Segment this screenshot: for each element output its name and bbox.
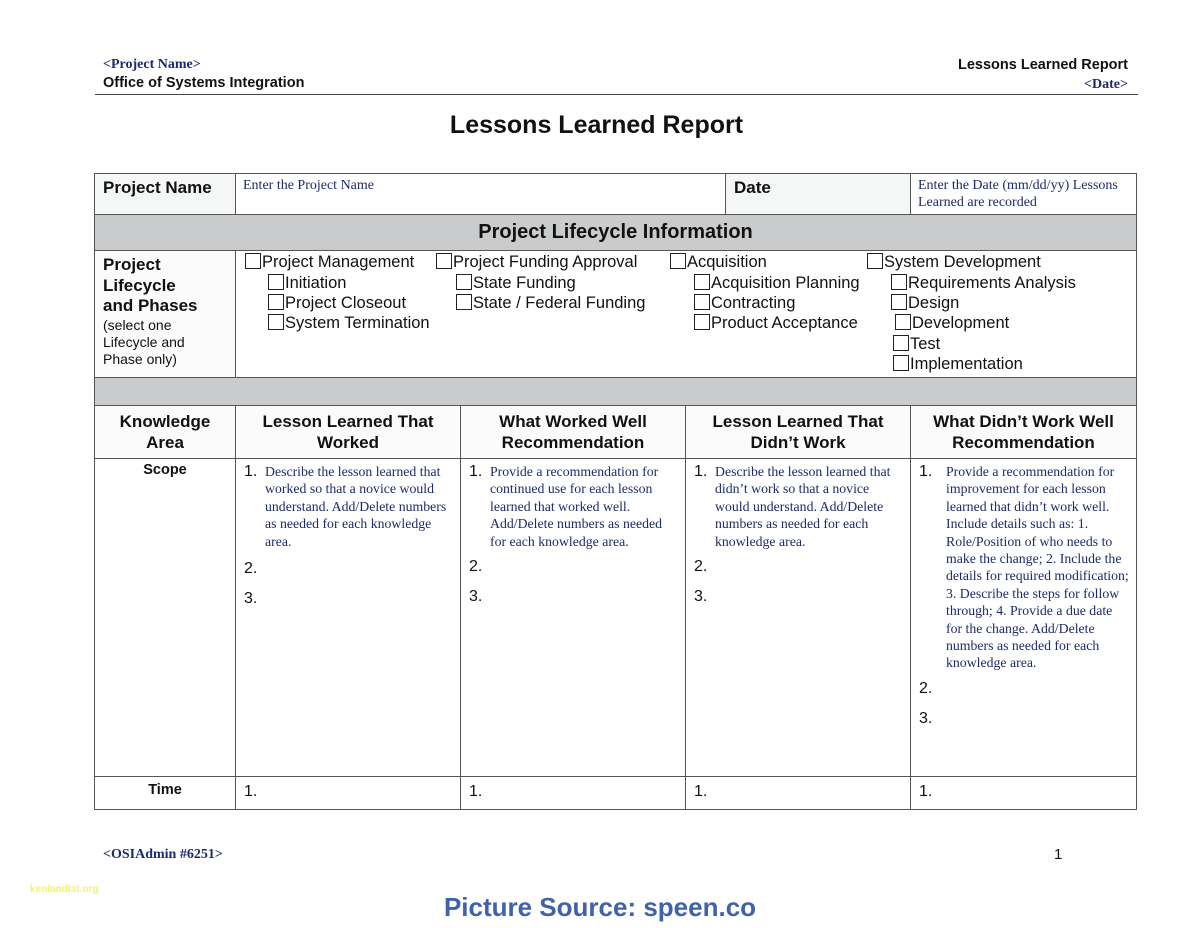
checkbox-design[interactable]: Design: [891, 293, 959, 313]
checkbox-icon[interactable]: [436, 253, 452, 269]
checkbox-acquisition-planning[interactable]: Acquisition Planning: [694, 273, 860, 293]
checkbox-system-termination[interactable]: System Termination: [268, 313, 430, 333]
checkbox-icon[interactable]: [893, 335, 909, 351]
header-date: <Date>: [1084, 77, 1128, 92]
picture-source-caption: Picture Source: speen.co: [443, 892, 757, 922]
checkbox-acquisition[interactable]: Acquisition: [670, 252, 767, 272]
lifecycle-note-line: Phase only): [103, 350, 177, 367]
checkbox-project-funding-approval[interactable]: Project Funding Approval: [436, 252, 637, 272]
item-number: 2.: [244, 560, 258, 578]
project-name-label: Project Name: [94, 173, 236, 215]
header-divider: [95, 94, 1138, 95]
item-number: 2.: [694, 558, 708, 576]
section-title: Project Lifecycle Information: [94, 214, 1137, 251]
instruction-text: Provide a recommendation for improvement…: [946, 464, 1129, 671]
checkbox-icon[interactable]: [867, 253, 883, 269]
checkbox-state-federal-funding[interactable]: State / Federal Funding: [456, 293, 645, 313]
checkbox-project-closeout[interactable]: Project Closeout: [268, 293, 406, 313]
lifecycle-label-line: Lifecycle: [103, 275, 176, 295]
lifecycle-label-line: Project: [103, 255, 161, 274]
checkbox-contracting[interactable]: Contracting: [694, 293, 795, 313]
date-field[interactable]: Enter the Date (mm/dd/yy) Lessons Learne…: [910, 173, 1137, 215]
column-header-worked-recommendation: What Worked Well Recommendation: [460, 405, 686, 459]
checkbox-project-management[interactable]: Project Management: [245, 252, 414, 272]
instruction-text: Provide a recommendation for continued u…: [490, 464, 663, 549]
header-report-name: Lessons Learned Report: [957, 57, 1128, 73]
lifecycle-label-line: and Phases: [103, 296, 198, 315]
cell-worked-recommendation[interactable]: 1. Provide a recommendation for continued…: [460, 458, 686, 777]
item-number: 3.: [469, 588, 483, 606]
checkbox-requirements-analysis[interactable]: Requirements Analysis: [891, 273, 1076, 293]
checkbox-icon[interactable]: [694, 294, 710, 310]
checkbox-implementation[interactable]: Implementation: [893, 354, 1023, 374]
column-header-lesson-worked: Lesson Learned That Worked: [235, 405, 461, 459]
cell-time-worked-recommendation[interactable]: 1.: [460, 776, 686, 810]
item-number: 3.: [919, 709, 933, 727]
lessons-learned-form: Project Name Enter the Project Name Date…: [94, 173, 1137, 410]
table-row-scope: Scope 1. Describe the lesson learned that…: [94, 458, 1137, 777]
instruction-text: Describe the lesson learned that worked …: [265, 464, 447, 549]
date-label: Date: [725, 173, 911, 215]
checkbox-icon[interactable]: [245, 253, 261, 269]
footer-doc-id: <OSIAdmin #6251>: [103, 847, 223, 862]
item-number: 2.: [919, 679, 933, 697]
knowledge-area-time: Time: [94, 776, 236, 810]
column-header-didnt-work-recommendation: What Didn’t Work Well Recommendation: [910, 405, 1137, 459]
cell-lesson-didnt-work[interactable]: 1. Describe the lesson learned that didn’…: [685, 458, 911, 777]
knowledge-area-scope: Scope: [94, 458, 236, 777]
cell-time-didnt-work-recommendation[interactable]: 1.: [910, 776, 1137, 810]
lifecycle-note-line: Lifecycle and: [103, 333, 185, 350]
header-office-name: Office of Systems Integration: [103, 75, 305, 91]
item-number: 1.: [244, 463, 258, 480]
checkbox-icon[interactable]: [268, 314, 284, 330]
checkbox-icon[interactable]: [456, 294, 472, 310]
checkbox-development[interactable]: Development: [895, 313, 1009, 333]
checkbox-test[interactable]: Test: [893, 334, 940, 354]
checkbox-icon[interactable]: [456, 274, 472, 290]
checkbox-state-funding[interactable]: State Funding: [456, 273, 576, 293]
checkbox-icon[interactable]: [670, 253, 686, 269]
item-number: 3.: [694, 588, 708, 606]
checkbox-icon[interactable]: [895, 314, 911, 330]
column-header-knowledge-area: Knowledge Area: [94, 405, 236, 459]
lifecycle-note-line: (select one: [103, 316, 172, 333]
checkbox-initiation[interactable]: Initiation: [268, 273, 346, 293]
checkbox-system-development[interactable]: System Development: [867, 252, 1041, 272]
lessons-table: Knowledge Area Lesson Learned That Worke…: [94, 405, 1137, 810]
column-header-lesson-didnt-work: Lesson Learned That Didn’t Work: [685, 405, 911, 459]
header-project-name: <Project Name>: [103, 57, 201, 72]
lifecycle-checkbox-area: Project Management Initiation Project Cl…: [235, 250, 1137, 378]
checkbox-icon[interactable]: [268, 274, 284, 290]
page-title: Lessons Learned Report: [449, 111, 744, 139]
checkbox-icon[interactable]: [268, 294, 284, 310]
item-number: 3.: [244, 590, 258, 608]
page-number: 1: [1054, 846, 1063, 863]
checkbox-icon[interactable]: [891, 274, 907, 290]
cell-lesson-worked[interactable]: 1. Describe the lesson learned that worke…: [235, 458, 461, 777]
checkbox-icon[interactable]: [694, 314, 710, 330]
checkbox-icon[interactable]: [893, 355, 909, 371]
cell-time-lesson-didnt-work[interactable]: 1.: [685, 776, 911, 810]
item-number: 2.: [469, 558, 483, 576]
item-number: 1.: [469, 463, 483, 480]
checkbox-product-acceptance[interactable]: Product Acceptance: [694, 313, 858, 333]
item-number: 1.: [919, 463, 933, 480]
checkbox-icon[interactable]: [891, 294, 907, 310]
lifecycle-label: Project Lifecycle and Phases (select one…: [94, 250, 236, 378]
cell-time-lesson-worked[interactable]: 1.: [235, 776, 461, 810]
table-row-time: Time 1. 1. 1. 1.: [94, 776, 1137, 810]
project-name-field[interactable]: Enter the Project Name: [235, 173, 726, 215]
cell-didnt-work-recommendation[interactable]: 1. Provide a recommendation for improveme…: [910, 458, 1137, 777]
item-number: 1.: [694, 463, 708, 480]
checkbox-icon[interactable]: [694, 274, 710, 290]
instruction-text: Describe the lesson learned that didn’t …: [715, 464, 891, 549]
